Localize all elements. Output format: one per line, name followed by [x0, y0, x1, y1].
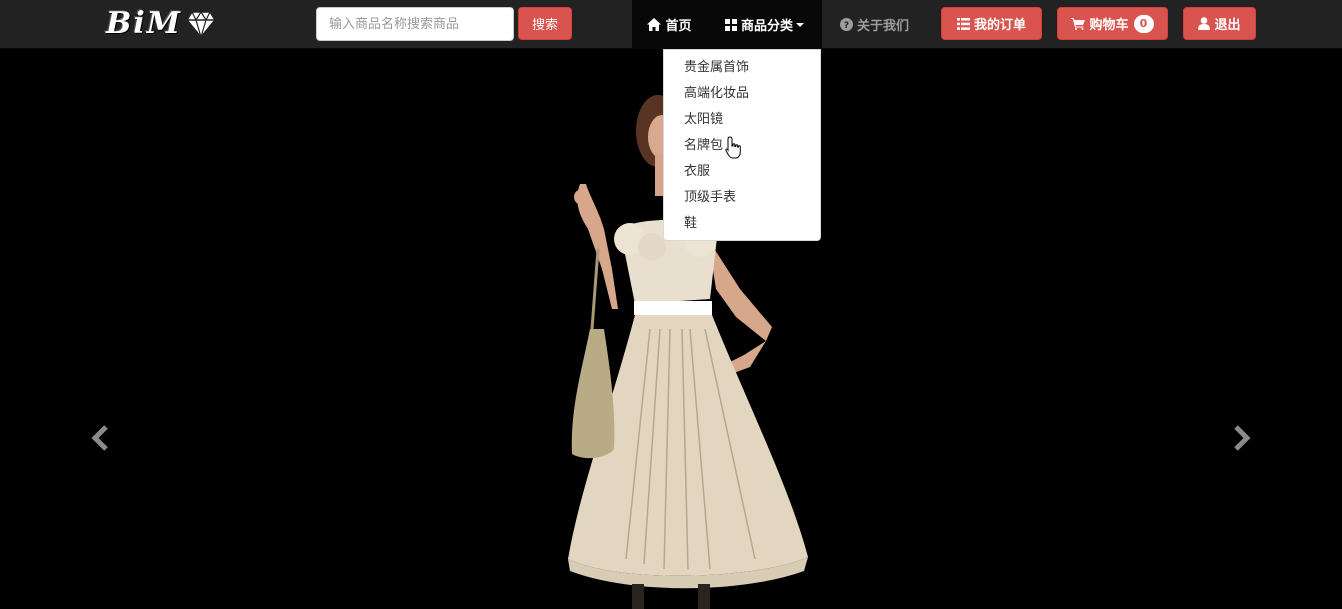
chevron-left-icon [91, 425, 108, 451]
nav-home-label: 首页 [665, 19, 692, 34]
grid-icon [724, 18, 737, 31]
diamond-icon [186, 10, 216, 38]
brand-logo[interactable]: BiM [106, 7, 216, 41]
category-item-sunglasses[interactable]: 太阳镜 [664, 107, 820, 133]
nav-categories-dropdown[interactable]: 商品分类 [707, 0, 822, 49]
list-icon [956, 17, 970, 30]
nav-about[interactable]: ? 关于我们 [822, 0, 927, 49]
nav-about-label: 关于我们 [856, 19, 909, 34]
carousel-next-control[interactable] [1226, 423, 1256, 453]
user-icon [1198, 17, 1211, 30]
category-item-cosmetics[interactable]: 高端化妆品 [664, 81, 820, 107]
chevron-right-icon [1234, 425, 1251, 451]
search-button[interactable]: 搜索 [518, 7, 572, 40]
navbar: BiM 搜索 首页 商品分类 ? 关于我们 [0, 0, 1342, 49]
carousel-prev-control[interactable] [86, 423, 116, 453]
category-item-clothing[interactable]: 衣服 [664, 159, 820, 185]
hand-pointer-icon [725, 136, 741, 159]
caret-down-icon [796, 22, 804, 27]
logout-label: 退出 [1214, 18, 1241, 33]
logout-button[interactable]: 退出 [1183, 7, 1256, 40]
category-item-jewelry[interactable]: 贵金属首饰 [664, 55, 820, 81]
question-circle-icon: ? [839, 18, 853, 31]
my-orders-label: 我的订单 [973, 18, 1026, 33]
nav-home[interactable]: 首页 [632, 0, 707, 49]
logo-text: BiM [106, 6, 182, 41]
nav-categories-label: 商品分类 [740, 19, 793, 34]
cart-button[interactable]: 购物车 0 [1057, 7, 1168, 40]
cart-label: 购物车 [1089, 18, 1129, 33]
search-input[interactable] [316, 7, 514, 41]
cart-icon [1071, 17, 1086, 30]
category-item-shoes[interactable]: 鞋 [664, 211, 820, 237]
home-icon [647, 18, 662, 31]
svg-text:?: ? [844, 21, 849, 31]
my-orders-button[interactable]: 我的订单 [941, 7, 1042, 40]
category-item-watches[interactable]: 顶级手表 [664, 185, 820, 211]
cart-count-badge: 0 [1133, 14, 1154, 33]
